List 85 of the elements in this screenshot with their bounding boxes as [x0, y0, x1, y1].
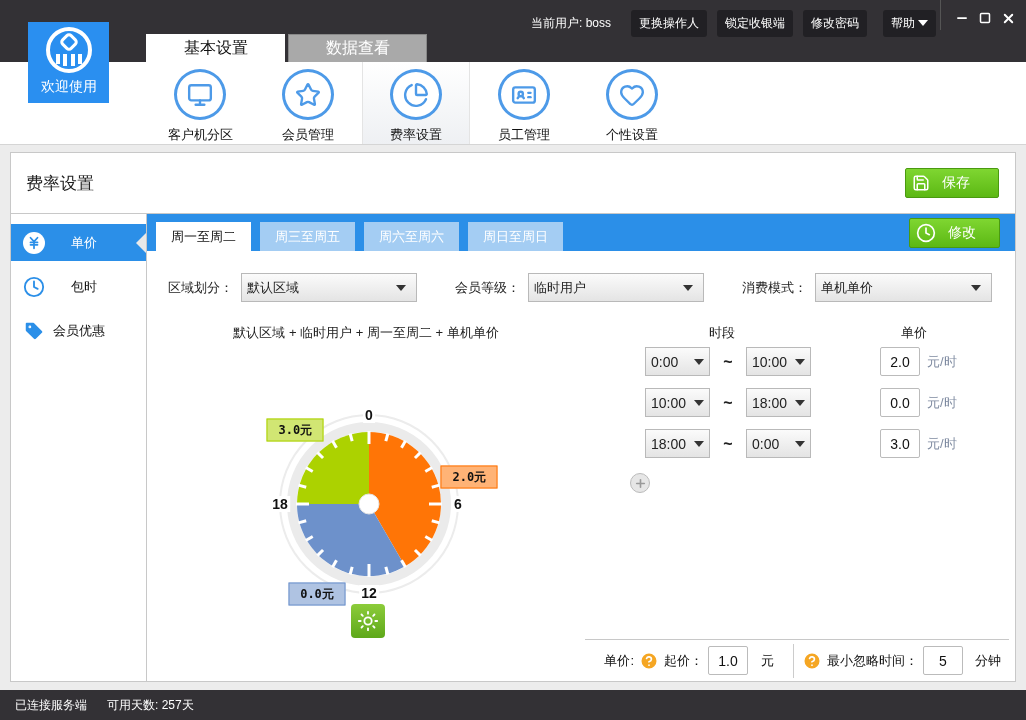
- save-icon: [912, 174, 930, 192]
- hour-label: 6: [452, 496, 464, 512]
- min-time-unit: 分钟: [975, 651, 1001, 670]
- caret-icon: [795, 358, 805, 365]
- sidebar-item[interactable]: 会员优惠: [11, 312, 146, 349]
- footer-label: 单价:: [604, 651, 634, 670]
- help-icon[interactable]: [639, 650, 659, 671]
- nav-label: 客户机分区: [167, 126, 233, 144]
- header-button[interactable]: 锁定收银端: [717, 9, 793, 37]
- hour-label: 18: [270, 496, 290, 512]
- caret-icon: [683, 284, 693, 291]
- help-menu-button[interactable]: 帮助: [883, 9, 936, 37]
- price-unit: 元/时: [927, 434, 957, 453]
- logo-icon: [44, 26, 93, 74]
- hour-label: 12: [359, 585, 379, 601]
- status-text: 可用天数: 257天: [107, 696, 194, 714]
- filter-label: 区域划分：: [168, 278, 233, 297]
- filter-select[interactable]: 单机单价: [815, 273, 992, 302]
- nav-item[interactable]: 费率设置: [362, 62, 470, 144]
- range-separator: ~: [722, 434, 734, 453]
- filter-label: 消费模式：: [742, 278, 807, 297]
- time-select[interactable]: 10:00: [746, 347, 811, 376]
- top-tab[interactable]: 基本设置: [146, 34, 285, 62]
- caret-icon: [971, 284, 981, 291]
- clock-icon: [916, 222, 936, 243]
- yen-icon: [23, 231, 45, 254]
- caret-icon: [795, 399, 805, 406]
- pie-chart-icon: [390, 69, 442, 120]
- tag-icon: [23, 319, 45, 342]
- price-unit: 元/时: [927, 352, 957, 371]
- filter-label: 会员等级：: [455, 278, 520, 297]
- filter-select[interactable]: 临时用户: [528, 273, 704, 302]
- time-select[interactable]: 10:00: [645, 388, 710, 417]
- header-button[interactable]: 修改密码: [803, 9, 867, 37]
- nav-label: 会员管理: [282, 126, 334, 144]
- caret-icon: [396, 284, 406, 291]
- panel-title: 费率设置: [26, 172, 94, 195]
- start-price-unit: 元: [761, 651, 774, 670]
- caret-icon: [694, 358, 704, 365]
- min-time-label: 最小忽略时间：: [827, 651, 918, 670]
- nav-item[interactable]: 会员管理: [254, 62, 362, 144]
- hour-label: 0: [363, 407, 375, 423]
- price-bubble: 2.0元: [440, 465, 498, 489]
- summary-text: 默认区域 + 临时用户 + 周一至周二 + 单机单价: [233, 324, 499, 342]
- status-text: 已连接服务端: [15, 696, 87, 714]
- price-bubble: 3.0元: [266, 418, 324, 442]
- price-field[interactable]: 2.0: [880, 347, 920, 376]
- help-icon[interactable]: [802, 650, 822, 671]
- column-header: 单价: [901, 324, 927, 342]
- nav-label: 员工管理: [498, 126, 550, 144]
- caret-icon: [694, 399, 704, 406]
- logo-label: 欢迎使用: [40, 78, 97, 96]
- start-price-label: 起价：: [664, 651, 703, 670]
- time-select[interactable]: 0:00: [746, 429, 811, 458]
- price-bubble: 0.0元: [288, 582, 346, 606]
- range-separator: ~: [722, 393, 734, 412]
- time-select[interactable]: 18:00: [746, 388, 811, 417]
- nav-label: 个性设置: [606, 126, 658, 144]
- nav-item[interactable]: 个性设置: [578, 62, 686, 144]
- time-select[interactable]: 18:00: [645, 429, 710, 458]
- sidebar-item[interactable]: 包时: [11, 268, 146, 305]
- add-icon[interactable]: [630, 473, 650, 493]
- day-tab[interactable]: 周一至周二: [156, 222, 251, 251]
- price-field[interactable]: 3.0: [880, 429, 920, 458]
- caret-icon: [694, 440, 704, 447]
- maximize-icon[interactable]: [979, 12, 991, 24]
- start-price-field[interactable]: 1.0: [708, 646, 748, 675]
- min-time-field[interactable]: 5: [923, 646, 963, 675]
- column-header: 时段: [709, 324, 735, 342]
- header-button[interactable]: 更换操作人: [631, 9, 707, 37]
- nav-item[interactable]: 员工管理: [470, 62, 578, 144]
- caret-icon: [918, 20, 928, 26]
- price-unit: 元/时: [927, 393, 957, 412]
- filter-select[interactable]: 默认区域: [241, 273, 417, 302]
- nav-label: 费率设置: [390, 126, 442, 144]
- caret-icon: [795, 440, 805, 447]
- range-separator: ~: [722, 352, 734, 371]
- id-card-icon: [498, 69, 550, 120]
- clock-icon: [23, 275, 45, 298]
- monitor-icon: [174, 69, 226, 120]
- sun-icon[interactable]: [351, 604, 385, 638]
- nav-item[interactable]: 客户机分区: [146, 62, 254, 144]
- price-field[interactable]: 0.0: [880, 388, 920, 417]
- current-user: 当前用户: boss: [531, 14, 611, 32]
- time-select[interactable]: 0:00: [645, 347, 710, 376]
